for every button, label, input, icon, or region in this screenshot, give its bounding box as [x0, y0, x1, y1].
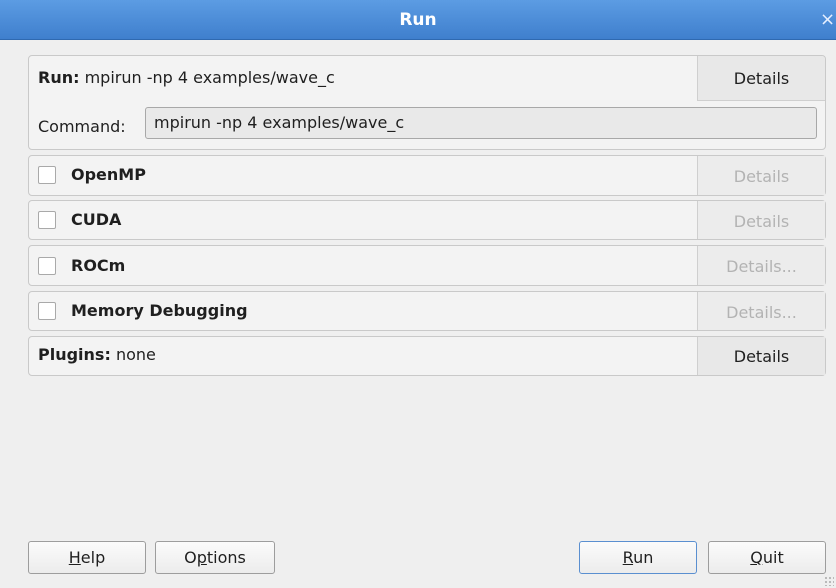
plugins-summary-label: Plugins:: [38, 345, 111, 364]
memory-debugging-panel: Memory Debugging Details...: [28, 291, 826, 331]
run-summary-value: mpirun -np 4 examples/wave_c: [79, 68, 335, 87]
help-mnemonic: H: [68, 548, 81, 567]
cuda-panel: CUDA Details: [28, 200, 826, 240]
plugins-summary-value: none: [110, 345, 156, 364]
openmp-checkbox[interactable]: [38, 166, 56, 184]
plugins-panel: Plugins: none Details: [28, 336, 826, 376]
help-label: elp: [80, 548, 106, 567]
openmp-panel: OpenMP Details: [28, 155, 826, 196]
rocm-details-button[interactable]: Details...: [697, 246, 825, 285]
run-summary-label: Run:: [38, 68, 80, 87]
options-mnemonic: p: [196, 548, 207, 567]
rocm-label: ROCm: [71, 256, 126, 275]
plugins-summary: Plugins: none: [38, 345, 156, 365]
command-field[interactable]: mpirun -np 4 examples/wave_c: [145, 107, 817, 139]
resize-grip[interactable]: [824, 576, 834, 586]
memory-debugging-details-button[interactable]: Details...: [697, 292, 825, 330]
memory-debugging-checkbox[interactable]: [38, 302, 56, 320]
options-label-end: tions: [206, 548, 246, 567]
options-button[interactable]: Options: [155, 541, 275, 574]
rocm-panel: ROCm Details...: [28, 245, 826, 286]
run-summary: Run: mpirun -np 4 examples/wave_c: [38, 68, 335, 88]
window-title: Run: [399, 10, 437, 30]
quit-label: uit: [762, 548, 784, 567]
run-button[interactable]: Run: [579, 541, 697, 574]
run-mnemonic: R: [622, 548, 634, 567]
openmp-details-button[interactable]: Details: [697, 156, 825, 195]
close-icon[interactable]: ×: [820, 0, 836, 40]
plugins-details-button[interactable]: Details: [697, 337, 825, 375]
quit-mnemonic: Q: [750, 548, 763, 567]
run-panel: Run: mpirun -np 4 examples/wave_c Detail…: [28, 55, 826, 150]
memory-debugging-label: Memory Debugging: [71, 301, 248, 320]
cuda-checkbox[interactable]: [38, 211, 56, 229]
help-button[interactable]: Help: [28, 541, 146, 574]
quit-button[interactable]: Quit: [708, 541, 826, 574]
run-label: un: [633, 548, 654, 567]
title-bar: Run ×: [0, 0, 836, 40]
openmp-label: OpenMP: [71, 165, 146, 184]
cuda-details-button[interactable]: Details: [697, 201, 825, 239]
rocm-checkbox[interactable]: [38, 257, 56, 275]
cuda-label: CUDA: [71, 210, 122, 229]
run-details-button[interactable]: Details: [697, 56, 825, 101]
command-label: Command:: [38, 117, 126, 136]
options-label-start: O: [184, 548, 197, 567]
